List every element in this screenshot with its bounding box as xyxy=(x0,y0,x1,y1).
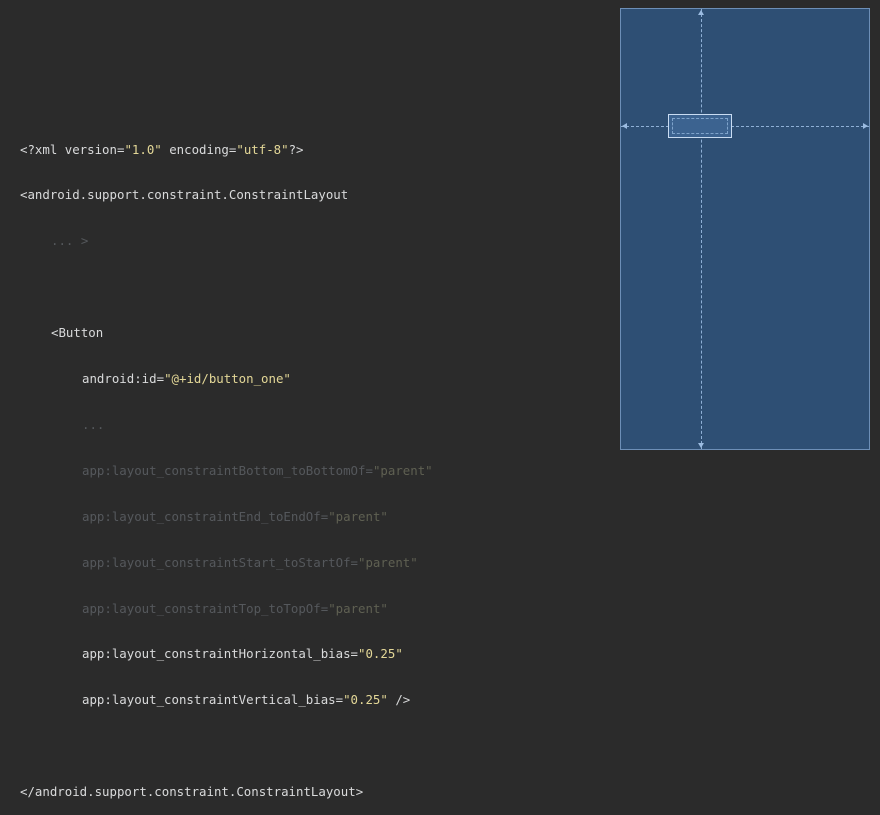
tag-close: /> xyxy=(387,692,411,708)
code-line-xml-declaration: <?xml version="1.0" encoding="utf-8"?> xyxy=(20,142,433,157)
xml-version-value: "1.0" xyxy=(124,141,162,157)
code-line-constraintlayout-open: <android.support.constraint.ConstraintLa… xyxy=(20,187,349,203)
attr-value: "parent" xyxy=(358,554,418,570)
vertical-constraint-guide xyxy=(701,9,702,449)
xml-code-editor[interactable]: <?xml version="1.0" encoding="utf-8"?> <… xyxy=(20,111,433,815)
constraint-top-arrow-icon xyxy=(698,10,704,15)
code-line-layout-ellipsis: ... > xyxy=(51,233,89,249)
xml-encoding-attr: encoding= xyxy=(161,141,237,157)
xml-declaration-end: ?> xyxy=(288,141,304,157)
button-one-widget-inner xyxy=(672,118,728,134)
attr-value: "0.25" xyxy=(358,646,403,662)
layout-preview-canvas[interactable] xyxy=(620,8,870,450)
code-line-constraint-top: app:layout_constraintTop_toTopOf="parent… xyxy=(20,601,433,616)
code-line-button-ellipsis: ... xyxy=(82,416,105,432)
attr-value: "0.25" xyxy=(343,692,388,708)
attr-name: app:layout_constraintStart_toStartOf= xyxy=(82,554,359,570)
code-line-button-id: android:id="@+id/button_one" xyxy=(20,371,433,386)
constraint-start-arrow-icon xyxy=(622,123,627,129)
code-line-constraint-end: app:layout_constraintEnd_toEndOf="parent… xyxy=(20,509,433,524)
attr-value: "parent" xyxy=(328,600,388,616)
xml-declaration-start: <?xml version= xyxy=(20,141,125,157)
attr-name: app:layout_constraintEnd_toEndOf= xyxy=(82,508,329,524)
constraint-bottom-arrow-icon xyxy=(698,443,704,448)
attr-value: "parent" xyxy=(372,462,433,478)
xml-encoding-value: "utf-8" xyxy=(236,141,289,157)
code-line-constraintlayout-close: </android.support.constraint.ConstraintL… xyxy=(20,784,364,800)
code-line-button-open: <Button xyxy=(51,325,104,341)
code-line-horizontal-bias: app:layout_constraintHorizontal_bias="0.… xyxy=(20,646,433,661)
code-line-vertical-bias: app:layout_constraintVertical_bias="0.25… xyxy=(20,692,433,707)
attr-value: "@+id/button_one" xyxy=(164,371,291,387)
attr-name: app:layout_constraintBottom_toBottomOf= xyxy=(82,462,373,478)
code-line-constraint-start: app:layout_constraintStart_toStartOf="pa… xyxy=(20,555,433,570)
attr-name: android:id= xyxy=(82,371,165,387)
code-line-constraint-bottom: app:layout_constraintBottom_toBottomOf="… xyxy=(20,463,433,478)
attr-value: "parent" xyxy=(328,508,388,524)
attr-name: app:layout_constraintHorizontal_bias= xyxy=(82,646,359,662)
constraint-end-arrow-icon xyxy=(863,123,868,129)
horizontal-constraint-guide xyxy=(621,126,869,127)
attr-name: app:layout_constraintTop_toTopOf= xyxy=(82,600,329,616)
attr-name: app:layout_constraintVertical_bias= xyxy=(82,692,344,708)
button-one-widget[interactable] xyxy=(668,114,732,138)
